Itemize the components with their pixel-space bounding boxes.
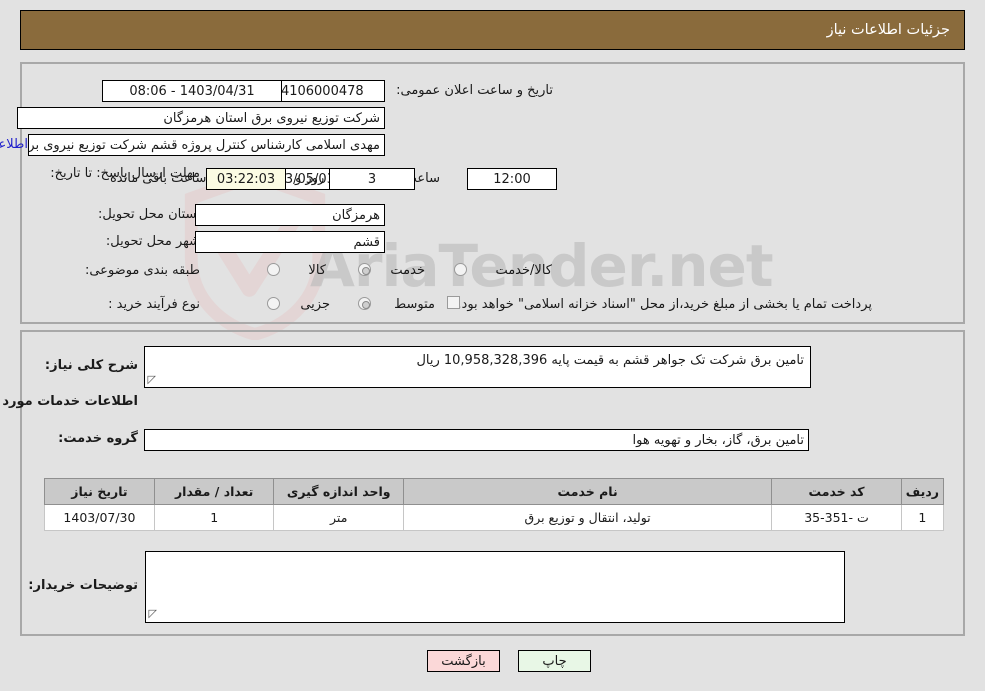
services-section-title: اطلاعات خدمات مورد نیاز <box>0 394 138 409</box>
radio-category-goods-label: کالا <box>308 263 326 278</box>
td-service-code: ت -351-35 <box>771 504 902 531</box>
countdown-timer-field: 03:22:03 <box>206 168 286 190</box>
province-label: استان محل تحویل: <box>98 207 200 222</box>
radio-purchase-medium-label: متوسط <box>394 297 435 312</box>
page-title-bar: جزئیات اطلاعات نیاز <box>20 10 965 50</box>
th-service-name: نام خدمت <box>402 478 773 505</box>
service-group-field[interactable]: تامین برق، گاز، بخار و تهویه هوا <box>144 429 809 451</box>
radio-purchase-medium[interactable] <box>358 297 371 310</box>
radio-category-goods-service[interactable] <box>454 263 467 276</box>
city-field[interactable]: قشم <box>195 231 385 253</box>
radio-category-service-label: خدمت <box>390 263 425 278</box>
th-need-date: تاریخ نیاز <box>44 478 155 505</box>
resize-grip-icon-notes[interactable]: ◸ <box>147 608 157 619</box>
back-button[interactable]: بازگشت <box>427 650 500 672</box>
td-need-date: 1403/07/30 <box>44 504 155 531</box>
category-label: طبقه بندی موضوعی: <box>84 263 200 278</box>
days-remaining-field[interactable]: 3 <box>329 168 415 190</box>
announce-datetime-field[interactable]: 1403/04/31 - 08:06 <box>102 80 282 102</box>
announce-datetime-label: تاریخ و ساعت اعلان عمومی: <box>396 83 553 98</box>
buyer-org-field[interactable]: شرکت توزیع نیروی برق استان هرمزگان <box>17 107 385 129</box>
radio-purchase-minor[interactable] <box>267 297 280 310</box>
services-table: ردیف کد خدمت نام خدمت واحد اندازه گیری ت… <box>44 478 945 531</box>
timer-suffix-label: ساعت باقی مانده <box>110 171 207 186</box>
radio-category-goods-service-label: کالا/خدمت <box>495 263 552 278</box>
creator-field[interactable]: مهدی اسلامی کارشناس کنترل پروژه قشم شرکت… <box>28 134 385 156</box>
th-unit: واحد اندازه گیری <box>273 478 404 505</box>
radio-category-service[interactable] <box>358 263 371 276</box>
general-desc-textarea[interactable]: تامین برق شرکت تک جواهر قشم به قیمت پایه… <box>144 346 811 388</box>
days-suffix-label: روز و <box>295 171 325 186</box>
buyer-notes-textarea[interactable] <box>145 551 845 623</box>
general-desc-label: شرح کلی نیاز: <box>44 358 138 373</box>
hour-field[interactable]: 12:00 <box>467 168 557 190</box>
td-unit: متر <box>273 504 404 531</box>
td-service-name: تولید، انتقال و توزیع برق <box>402 504 773 531</box>
th-row-no: ردیف <box>900 478 945 505</box>
city-label: شهر محل تحویل: <box>105 234 200 249</box>
service-group-label: گروه خدمت: <box>58 431 138 446</box>
th-service-code: کد خدمت <box>771 478 902 505</box>
province-field[interactable]: هرمزگان <box>195 204 385 226</box>
table-row: 1 ت -351-35 تولید، انتقال و توزیع برق مت… <box>44 504 945 531</box>
radio-purchase-minor-label: جزیی <box>300 297 330 312</box>
islamic-treasury-label: پرداخت تمام یا بخشی از مبلغ خرید،از محل … <box>457 297 872 312</box>
td-quantity: 1 <box>153 504 275 531</box>
radio-category-goods[interactable] <box>267 263 280 276</box>
islamic-treasury-checkbox[interactable] <box>447 296 460 309</box>
table-header-row: ردیف کد خدمت نام خدمت واحد اندازه گیری ت… <box>44 478 945 505</box>
print-button[interactable]: چاپ <box>518 650 591 672</box>
th-quantity: تعداد / مقدار <box>153 478 275 505</box>
page-root: AriaTender.net جزئیات اطلاعات نیاز شماره… <box>0 0 985 691</box>
resize-grip-icon[interactable]: ◸ <box>146 374 156 385</box>
buyer-notes-label: توضیحات خریدار: <box>28 578 138 593</box>
page-title: جزئیات اطلاعات نیاز <box>826 22 950 38</box>
td-row-no: 1 <box>900 504 945 531</box>
purchase-type-label: نوع فرآیند خرید : <box>108 297 200 312</box>
